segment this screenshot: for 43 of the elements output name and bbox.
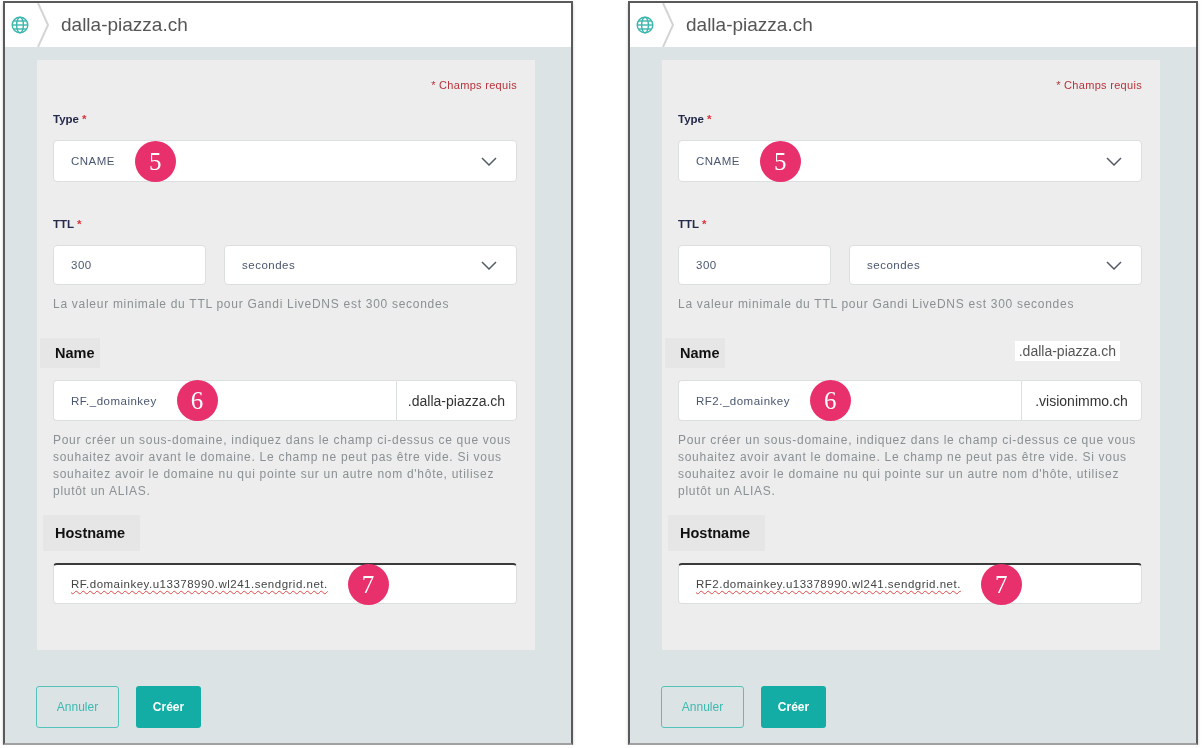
unit-select[interactable]: secondes: [224, 245, 517, 285]
field-label: TTL *: [53, 217, 82, 231]
field-label: Hostname: [668, 515, 765, 551]
chevron-down-icon: [481, 260, 497, 270]
ttl-input[interactable]: 300: [53, 245, 206, 285]
globe-icon: [11, 16, 29, 34]
chevron-down-icon: [1106, 260, 1122, 270]
callout-badge: 7: [347, 563, 389, 605]
domain-suffix: .dalla-piazza.ch: [396, 380, 517, 421]
name-input[interactable]: RF._domainkey 6: [53, 380, 396, 421]
chevron-separator-icon: [37, 3, 49, 47]
hint-text: La valeur minimale du TTL pour Gandi LiveDNS est 300 secondes: [678, 296, 1076, 313]
field-label: Name: [665, 338, 725, 368]
required-note: * Champs requis: [431, 78, 517, 92]
type-select[interactable]: CNAME 5: [53, 140, 517, 182]
chevron-down-icon: [1106, 156, 1122, 166]
domain-title: dalla-piazza.ch: [686, 14, 813, 36]
callout-badge: 6: [809, 380, 851, 421]
field-label: Name: [40, 338, 100, 368]
globe-icon: [636, 16, 654, 34]
chevron-down-icon: [481, 156, 497, 166]
hostname-input[interactable]: RF2.domainkey.u13378990.wl241.sendgrid.net. 7: [678, 563, 1142, 604]
required-note: * Champs requis: [1056, 78, 1142, 92]
field-label: Type *: [53, 112, 87, 126]
callout-badge: 7: [980, 563, 1022, 605]
field-label: TTL *: [678, 217, 707, 231]
callout-badge: 6: [176, 380, 218, 421]
field-label: Type *: [678, 112, 712, 126]
callout-badge: 5: [135, 140, 177, 182]
hostname-input[interactable]: RF.domainkey.u13378990.wl241.sendgrid.net. 7: [53, 563, 517, 604]
domain-suffix: .visionimmo.ch: [1021, 380, 1142, 421]
help-text: Pour créer un sous-domaine, indiquez dans le champ ci-dessus ce que vous souhaitez avoir avant le domaine. Le champ ne peut pas être vide. Si vous souhaitez avoir le domaine nu qui pointe sur un autre nom d'hôte, utilisez plutôt un ALIAS.: [53, 432, 513, 500]
type-select[interactable]: CNAME 5: [678, 140, 1142, 182]
chevron-separator-icon: [662, 3, 674, 47]
field-label: Hostname: [43, 515, 140, 551]
pasted-domain-label: .dalla-piazza.ch: [1014, 341, 1120, 361]
domain-title: dalla-piazza.ch: [61, 14, 188, 36]
callout-badge: 5: [760, 140, 802, 182]
ttl-input[interactable]: 300: [678, 245, 831, 285]
name-input[interactable]: RF2._domainkey 6: [678, 380, 1021, 421]
hint-text: La valeur minimale du TTL pour Gandi LiveDNS est 300 secondes: [53, 296, 451, 313]
help-text: Pour créer un sous-domaine, indiquez dans le champ ci-dessus ce que vous souhaitez avoir avant le domaine. Le champ ne peut pas être vide. Si vous souhaitez avoir le domaine nu qui pointe sur un autre nom d'hôte, utilisez plutôt un ALIAS.: [678, 432, 1138, 500]
unit-select[interactable]: secondes: [849, 245, 1142, 285]
